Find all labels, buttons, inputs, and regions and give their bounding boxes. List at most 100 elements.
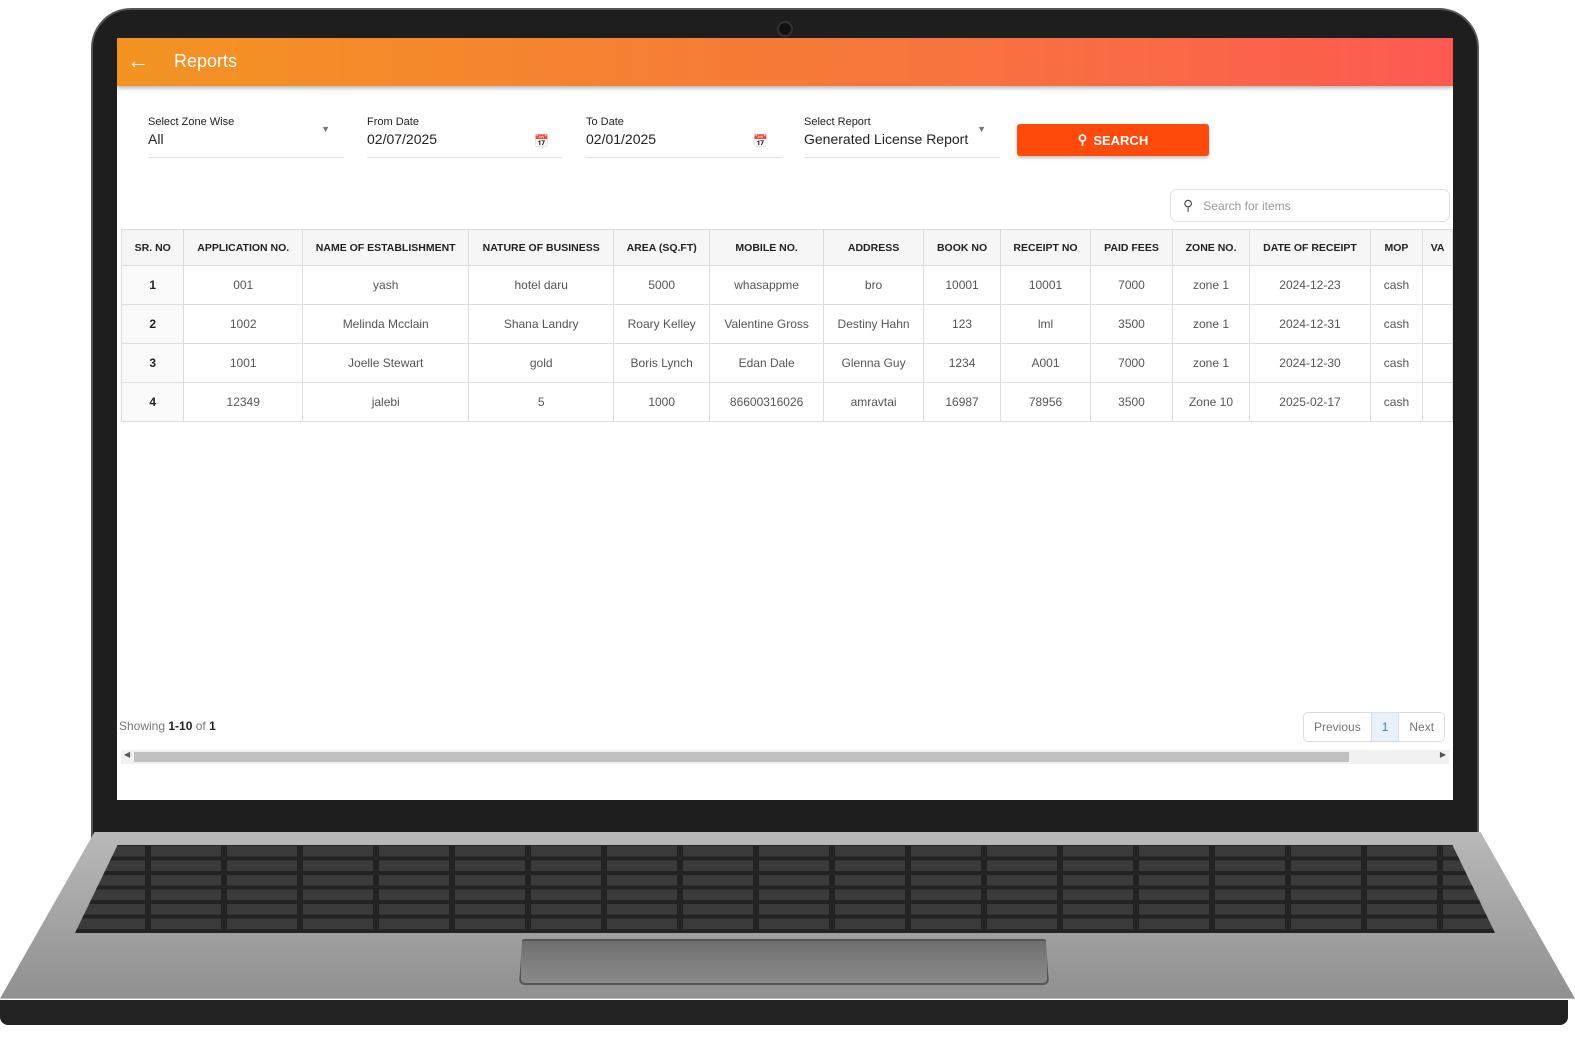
column-header: AREA (SQ.FT) (612, 229, 711, 266)
webcam (777, 21, 793, 37)
table-search-input[interactable]: ⚲ Search for items (1170, 189, 1450, 222)
calendar-icon[interactable]: 📅 (534, 134, 549, 148)
table-cell: 1000 (612, 382, 711, 422)
table-cell: Edan Dale (709, 343, 824, 383)
table-cell: 3 (120, 343, 185, 383)
table-cell: 86600316026 (709, 382, 824, 422)
table-cell: 4 (120, 382, 185, 422)
table-cell: 78956 (999, 382, 1092, 422)
table-cell: Joelle Stewart (301, 343, 470, 383)
showing-prefix: Showing (119, 719, 166, 733)
report-label: Select Report (804, 116, 871, 128)
trackpad (519, 939, 1049, 985)
table-cell (1422, 304, 1453, 344)
table-cell: Boris Lynch (612, 343, 711, 383)
column-header: VA (1422, 229, 1453, 266)
table-cell: Destiny Hahn (822, 304, 925, 344)
app-bar: ← Reports (117, 38, 1453, 86)
column-header: DATE OF RECEIPT (1249, 229, 1371, 266)
showing-total: 1 (209, 719, 216, 733)
table-cell: 7000 (1090, 265, 1173, 305)
keyboard-rows (75, 845, 1495, 933)
arrow-left-icon[interactable]: ← (127, 48, 149, 74)
column-header: BOOK NO (923, 229, 1001, 266)
column-header: MOBILE NO. (709, 229, 824, 266)
report-table: SR. NO APPLICATION NO. NAME OF ESTABLISHME… (120, 229, 1453, 422)
table-cell: Melinda Mcclain (301, 304, 470, 344)
table-header-row: SR. NO APPLICATION NO. NAME OF ESTABLISHME… (120, 229, 1453, 266)
screen: ← Reports Select Zone Wise All ▼ From Da… (117, 38, 1453, 800)
table-cell: Zone 10 (1171, 382, 1251, 422)
table-cell: cash (1369, 382, 1424, 422)
table-cell: 12349 (183, 382, 303, 422)
table-cell (1422, 265, 1453, 305)
page-1-button[interactable]: 1 (1371, 713, 1400, 741)
caret-down-icon: ▼ (977, 124, 986, 134)
to-date-label: To Date (586, 116, 624, 128)
table-cell: 3500 (1090, 304, 1173, 344)
table-cell: 1001 (183, 343, 303, 383)
table-cell: zone 1 (1171, 343, 1251, 383)
table-row: 3 1001 Joelle Stewart gold Boris Lynch Edan D… (120, 343, 1453, 383)
zone-value: All (148, 131, 164, 147)
table-cell: cash (1369, 304, 1424, 344)
search-button-label: SEARCH (1093, 132, 1149, 148)
from-date-field[interactable]: From Date 02/07/2025 📅 (367, 116, 563, 158)
table-cell: 2024-12-23 (1249, 265, 1371, 305)
table-cell (1422, 382, 1453, 422)
showing-of: of (195, 719, 206, 733)
calendar-icon[interactable]: 📅 (753, 134, 768, 148)
scrollbar-thumb[interactable] (134, 752, 1349, 762)
column-header: PAID FEES (1090, 229, 1173, 266)
scroll-left-icon[interactable]: ◀ (124, 750, 130, 759)
table-cell: zone 1 (1171, 304, 1251, 344)
table-cell (1422, 343, 1453, 383)
showing-range: 1-10 (168, 719, 193, 733)
table-cell: cash (1369, 343, 1424, 383)
scroll-right-icon[interactable]: ▶ (1440, 750, 1446, 759)
table-cell: 5 (468, 382, 614, 422)
column-header: ADDRESS (822, 229, 925, 266)
column-header: MOP (1369, 229, 1424, 266)
table-cell: gold (468, 343, 614, 383)
column-header: NATURE OF BUSINESS (468, 229, 614, 266)
table-cell: 7000 (1090, 343, 1173, 383)
laptop-base-edge (0, 1000, 1568, 1025)
table-cell: zone 1 (1171, 265, 1251, 305)
table-cell: Glenna Guy (822, 343, 925, 383)
table-row: 2 1002 Melinda Mcclain Shana Landry Roary Ke… (120, 304, 1453, 344)
from-date-label: From Date (367, 116, 419, 128)
to-date-field[interactable]: To Date 02/01/2025 📅 (586, 116, 782, 158)
search-icon: ⚲ (1077, 132, 1088, 147)
zone-select[interactable]: Select Zone Wise All ▼ (148, 116, 344, 158)
table-cell: yash (301, 265, 470, 305)
table-cell: bro (822, 265, 925, 305)
pagination: Previous 1 Next (1303, 712, 1446, 742)
report-select[interactable]: Select Report Generated License Report ▼ (804, 116, 1000, 158)
search-button[interactable]: ⚲ SEARCH (1017, 124, 1209, 156)
table-row: 1 001 yash hotel daru 5000 whasappme bro 10001 1… (120, 265, 1453, 305)
table-cell: whasappme (709, 265, 824, 305)
table-cell: 10001 (999, 265, 1092, 305)
zone-label: Select Zone Wise (148, 116, 235, 128)
table-cell: jalebi (301, 382, 470, 422)
column-header: APPLICATION NO. (183, 229, 303, 266)
column-header: RECEIPT NO (999, 229, 1092, 266)
report-value: Generated License Report (804, 131, 969, 147)
table-cell: 1234 (923, 343, 1001, 383)
table-cell: hotel daru (468, 265, 614, 305)
column-header: SR. NO (120, 229, 185, 266)
table-cell: 2025-02-17 (1249, 382, 1371, 422)
table-cell: 1002 (183, 304, 303, 344)
previous-button[interactable]: Previous (1304, 713, 1372, 741)
table-cell: 16987 (923, 382, 1001, 422)
table-cell: Roary Kelley (612, 304, 711, 344)
table-cell: 3500 (1090, 382, 1173, 422)
table-cell: 5000 (612, 265, 711, 305)
horizontal-scrollbar[interactable]: ◀ ▶ (121, 750, 1449, 764)
next-button[interactable]: Next (1399, 713, 1444, 741)
search-icon: ⚲ (1183, 197, 1194, 213)
table-cell: amravtai (822, 382, 925, 422)
showing-text: Showing 1-10 of 1 (119, 719, 216, 733)
table-cell: 001 (183, 265, 303, 305)
